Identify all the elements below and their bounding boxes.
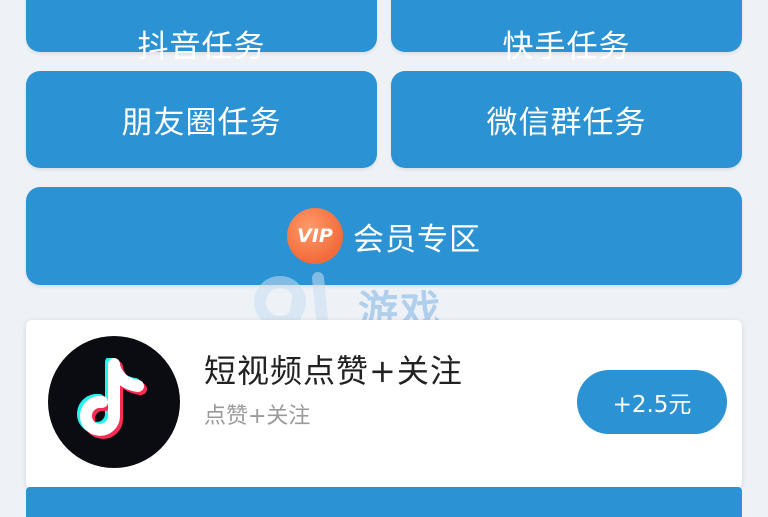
vip-badge-text: VIP: [297, 225, 333, 247]
wechat-group-task-label: 微信群任务: [486, 105, 647, 141]
kuaishou-task-label: 快手任务: [502, 29, 631, 65]
moments-task-label: 朋友圈任务: [121, 105, 282, 141]
task-title: 短视频点赞+关注: [204, 352, 463, 390]
vip-zone-label: 会员专区: [353, 221, 481, 258]
douyin-task-button[interactable]: 抖音任务: [26, 0, 377, 65]
vip-badge-icon: VIP: [287, 208, 343, 264]
reward-button[interactable]: +2.5元: [577, 370, 727, 434]
tiktok-logo-icon: [48, 336, 180, 468]
task-subtitle: 点赞+关注: [204, 404, 311, 429]
bottom-card-strip: [26, 487, 742, 517]
kuaishou-task-button[interactable]: 快手任务: [391, 0, 742, 65]
wechat-group-task-button[interactable]: 微信群任务: [391, 71, 742, 168]
moments-task-button[interactable]: 朋友圈任务: [26, 71, 377, 168]
task-card[interactable]: 短视频点赞+关注 点赞+关注 +2.5元: [26, 320, 742, 488]
reward-label: +2.5元: [612, 392, 692, 418]
douyin-task-label: 抖音任务: [137, 29, 266, 65]
vip-zone-button[interactable]: VIP 会员专区: [26, 187, 742, 285]
